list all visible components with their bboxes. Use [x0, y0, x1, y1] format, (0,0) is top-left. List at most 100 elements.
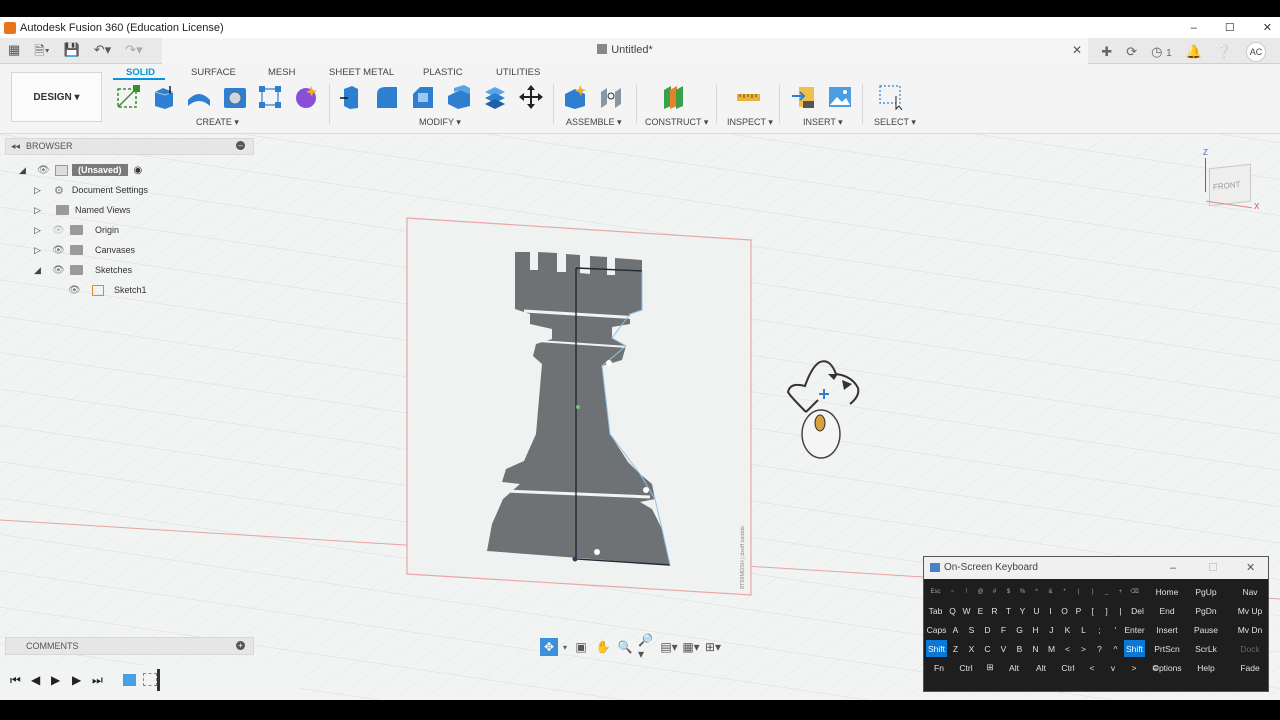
- osk-key[interactable]: $: [1002, 583, 1015, 600]
- osk-key[interactable]: Insert: [1149, 621, 1185, 638]
- osk-key[interactable]: (: [1072, 583, 1085, 600]
- notifications-icon[interactable]: 🔔: [1186, 44, 1202, 60]
- osk-key[interactable]: Y: [1016, 602, 1029, 619]
- osk-key[interactable]: R: [988, 602, 1001, 619]
- osk-key[interactable]: PgDn: [1188, 602, 1224, 619]
- collapse-panel-icon[interactable]: ◂◂: [11, 139, 20, 154]
- pan-icon[interactable]: ✋: [594, 638, 612, 656]
- osk-key[interactable]: >: [1124, 659, 1144, 676]
- tree-item-sketch1[interactable]: 👁 Sketch1: [60, 281, 147, 299]
- workspace-switcher[interactable]: DESIGN ▾: [11, 72, 102, 122]
- osk-key[interactable]: T: [1002, 602, 1015, 619]
- osk-key[interactable]: F: [996, 621, 1011, 638]
- osk-key[interactable]: &: [1044, 583, 1057, 600]
- measure-icon[interactable]: [735, 84, 761, 110]
- osk-key[interactable]: N: [1028, 640, 1043, 657]
- redo-icon[interactable]: ↷▾: [125, 42, 142, 64]
- osk-key[interactable]: Fn: [926, 659, 952, 676]
- create-form-icon[interactable]: [293, 84, 319, 110]
- save-icon[interactable]: 💾: [64, 42, 80, 64]
- osk-key[interactable]: _: [1100, 583, 1113, 600]
- visibility-eye-icon[interactable]: 👁: [68, 285, 82, 296]
- help-icon[interactable]: ❔: [1216, 44, 1232, 60]
- osk-key[interactable]: Pause: [1188, 621, 1224, 638]
- new-tab-icon[interactable]: ✚: [1101, 44, 1112, 60]
- osk-maximize-button[interactable]: ☐: [1208, 557, 1218, 579]
- viewports-icon[interactable]: ⊞▾: [704, 638, 722, 656]
- osk-key[interactable]: %: [1016, 583, 1029, 600]
- osk-key[interactable]: Q: [946, 602, 959, 619]
- orbit-mode-icon[interactable]: ✥: [540, 638, 558, 656]
- osk-key[interactable]: ^: [1108, 640, 1123, 657]
- expand-down-icon[interactable]: ◢: [34, 265, 44, 276]
- expand-right-icon[interactable]: ▷: [34, 225, 44, 236]
- tab-surface[interactable]: SURFACE: [191, 67, 236, 78]
- expand-right-icon[interactable]: ▷: [34, 205, 44, 216]
- osk-key[interactable]: ScrLk: [1188, 640, 1224, 657]
- hole-icon[interactable]: [222, 84, 248, 110]
- osk-key[interactable]: Alt: [1001, 659, 1027, 676]
- osk-key[interactable]: ;: [1092, 621, 1107, 638]
- close-tab-icon[interactable]: ✕: [1072, 43, 1082, 57]
- osk-key[interactable]: A: [948, 621, 963, 638]
- osk-key[interactable]: @: [974, 583, 987, 600]
- osk-key[interactable]: Alt: [1028, 659, 1054, 676]
- viewcube-face[interactable]: FRONT: [1209, 163, 1251, 207]
- osk-key[interactable]: ): [1086, 583, 1099, 600]
- group-modify[interactable]: MODIFY ▾: [419, 117, 461, 128]
- osk-key[interactable]: *: [1058, 583, 1071, 600]
- osk-key[interactable]: Fade: [1232, 659, 1268, 676]
- undo-icon[interactable]: ↶▾: [94, 42, 111, 64]
- file-menu-icon[interactable]: 🗎▾: [34, 42, 49, 64]
- viewcube[interactable]: Z FRONT X: [1201, 148, 1263, 212]
- group-inspect[interactable]: INSPECT ▾: [727, 117, 773, 128]
- osk-key[interactable]: U: [1030, 602, 1043, 619]
- comments-panel[interactable]: COMMENTS +: [5, 637, 254, 655]
- osk-key[interactable]: W: [960, 602, 973, 619]
- tab-solid[interactable]: SOLID: [126, 67, 155, 78]
- tab-utilities[interactable]: UTILITIES: [496, 67, 540, 78]
- timeline-sketch-icon[interactable]: [143, 673, 157, 686]
- osk-key[interactable]: #: [988, 583, 1001, 600]
- osk-key[interactable]: End: [1149, 602, 1185, 619]
- app-grid-icon[interactable]: ▦: [8, 42, 20, 64]
- osk-key[interactable]: <: [1082, 659, 1102, 676]
- tree-item-named-views[interactable]: ▷ Named Views: [34, 201, 130, 219]
- osk-key[interactable]: G: [1012, 621, 1027, 638]
- timeline-canvas-icon[interactable]: [123, 674, 136, 686]
- select-window-icon[interactable]: [878, 84, 904, 110]
- osk-key[interactable]: [: [1086, 602, 1099, 619]
- osk-minimize-button[interactable]: –: [1170, 557, 1176, 579]
- osk-key[interactable]: I: [1044, 602, 1057, 619]
- sketch-point[interactable]: [643, 487, 649, 493]
- pattern-icon[interactable]: [257, 84, 283, 110]
- osk-key[interactable]: ~: [946, 583, 959, 600]
- fit-icon[interactable]: 🔎▾: [638, 633, 656, 661]
- display-settings-icon[interactable]: ▤▾: [660, 638, 678, 656]
- expand-down-icon[interactable]: ◢: [19, 165, 29, 176]
- tree-item-document-settings[interactable]: ▷ ⚙ Document Settings: [34, 181, 148, 199]
- osk-key[interactable]: P: [1072, 602, 1085, 619]
- add-comment-icon[interactable]: +: [236, 641, 245, 650]
- look-at-icon[interactable]: ▣: [572, 638, 590, 656]
- offset-plane-icon[interactable]: [661, 84, 687, 110]
- sketch-origin-point[interactable]: [572, 556, 578, 562]
- osk-key[interactable]: >: [1076, 640, 1091, 657]
- group-insert[interactable]: INSERT ▾: [803, 117, 843, 128]
- visibility-eye-icon[interactable]: 👁: [37, 165, 51, 176]
- go-to-start-icon[interactable]: ⏮: [10, 673, 21, 688]
- osk-key[interactable]: !: [960, 583, 973, 600]
- joint-icon[interactable]: [598, 84, 624, 110]
- press-pull-icon[interactable]: [338, 84, 364, 110]
- osk-key[interactable]: B: [1012, 640, 1027, 657]
- new-component-icon[interactable]: [562, 84, 588, 110]
- move-copy-icon[interactable]: [518, 84, 544, 110]
- group-select[interactable]: SELECT ▾: [874, 117, 916, 128]
- tree-item-sketches[interactable]: ◢ 👁 Sketches: [34, 261, 132, 279]
- step-forward-icon[interactable]: ▶: [72, 673, 81, 687]
- osk-key[interactable]: E: [974, 602, 987, 619]
- fillet-icon[interactable]: [374, 84, 400, 110]
- osk-key[interactable]: Tab: [926, 602, 945, 619]
- osk-key[interactable]: Mv Dn: [1232, 621, 1268, 638]
- osk-key[interactable]: +: [1114, 583, 1127, 600]
